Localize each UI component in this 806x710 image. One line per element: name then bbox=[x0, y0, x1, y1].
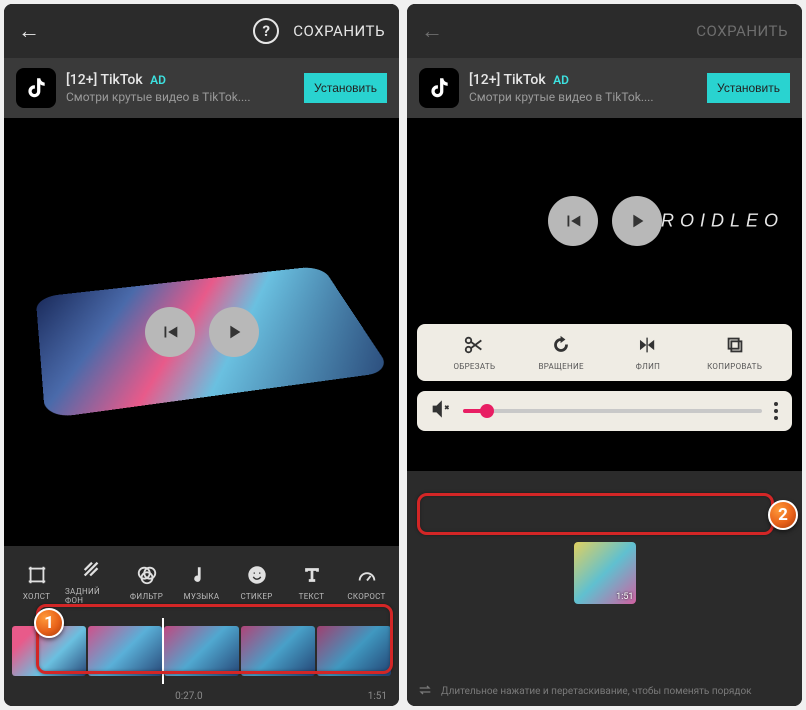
tool-background[interactable]: ЗАДНИЙ ФОН bbox=[65, 557, 118, 605]
venn-icon bbox=[134, 562, 160, 588]
volume-knob[interactable] bbox=[480, 404, 494, 418]
mute-icon[interactable] bbox=[431, 399, 451, 423]
ad-subtitle: Смотри крутые видео в TikTok.... bbox=[469, 90, 697, 104]
prev-button[interactable] bbox=[548, 196, 598, 246]
current-time: 0:27.0 bbox=[175, 691, 203, 702]
timeline-thumb[interactable] bbox=[164, 626, 238, 676]
top-bar: ← ? СОХРАНИТЬ bbox=[4, 4, 399, 58]
timeline-thumb[interactable] bbox=[241, 626, 315, 676]
play-button[interactable] bbox=[612, 196, 662, 246]
ad-subtitle: Смотри крутые видео в TikTok.... bbox=[66, 90, 294, 104]
playhead[interactable] bbox=[162, 618, 164, 684]
clip-duration: 1:51 bbox=[616, 592, 633, 602]
help-button[interactable]: ? bbox=[253, 18, 279, 44]
tool-copy[interactable]: КОПИРОВАТЬ bbox=[691, 332, 778, 371]
clip-thumbnail[interactable]: 1:51 bbox=[574, 542, 636, 604]
tiktok-icon bbox=[16, 68, 56, 108]
play-button[interactable] bbox=[209, 307, 259, 357]
scissors-icon bbox=[461, 332, 487, 358]
volume-slider[interactable] bbox=[463, 409, 762, 413]
volume-row bbox=[417, 391, 792, 431]
ad-badge: AD bbox=[553, 73, 569, 87]
tool-music[interactable]: МУЗЫКА bbox=[175, 562, 228, 601]
ad-badge: AD bbox=[150, 73, 166, 87]
ad-title: [12+] TikTok bbox=[66, 72, 143, 88]
brand-text: DROIDLEO bbox=[642, 210, 784, 231]
timeline-thumb[interactable] bbox=[317, 626, 391, 676]
tool-filter[interactable]: ФИЛЬТР bbox=[120, 562, 173, 601]
hint-text: Длительное нажатие и перетаскивание, что… bbox=[441, 686, 752, 697]
flip-icon bbox=[635, 332, 661, 358]
tool-rotate[interactable]: ВРАЩЕНИЕ bbox=[518, 332, 605, 371]
smile-icon bbox=[244, 562, 270, 588]
clip-area: 1:51 bbox=[407, 471, 802, 677]
text-icon bbox=[299, 562, 325, 588]
music-note-icon bbox=[189, 562, 215, 588]
tool-trim[interactable]: ОБРЕЗАТЬ bbox=[431, 332, 518, 371]
tool-text[interactable]: ТЕКСТ bbox=[285, 562, 338, 601]
rotate-icon bbox=[548, 332, 574, 358]
reorder-icon bbox=[417, 682, 433, 701]
total-time: 1:51 bbox=[368, 691, 387, 702]
prev-button[interactable] bbox=[145, 307, 195, 357]
ad-banner[interactable]: [12+] TikTok AD Смотри крутые видео в Ti… bbox=[4, 58, 399, 118]
bottom-toolbar: ХОЛСТ ЗАДНИЙ ФОН ФИЛЬТР МУЗЫКА СТИКЕР ТЕ… bbox=[4, 546, 399, 616]
phone-screen-left: ← ? СОХРАНИТЬ [12+] TikTok AD Смотри кру… bbox=[4, 4, 399, 706]
hint-row: Длительное нажатие и перетаскивание, что… bbox=[407, 676, 802, 706]
ad-banner[interactable]: [12+] TikTok AD Смотри крутые видео в Ti… bbox=[407, 58, 802, 118]
ad-install-button[interactable]: Установить bbox=[304, 73, 387, 103]
playback-controls bbox=[145, 307, 259, 357]
timeline[interactable] bbox=[4, 616, 399, 686]
save-button[interactable]: СОХРАНИТЬ bbox=[696, 22, 788, 40]
edit-toolbar: ОБРЕЗАТЬ ВРАЩЕНИЕ ФЛИП КОПИРОВАТЬ bbox=[417, 324, 792, 381]
video-preview[interactable] bbox=[4, 118, 399, 546]
top-bar: ← СОХРАНИТЬ bbox=[407, 4, 802, 58]
ad-text: [12+] TikTok AD Смотри крутые видео в Ti… bbox=[469, 72, 697, 104]
ad-title: [12+] TikTok bbox=[469, 72, 546, 88]
crop-icon bbox=[24, 562, 50, 588]
phone-screen-right: ← СОХРАНИТЬ [12+] TikTok AD Смотри круты… bbox=[407, 4, 802, 706]
video-preview[interactable]: DROIDLEO bbox=[407, 118, 802, 324]
back-button[interactable]: ← bbox=[18, 18, 40, 44]
copy-icon bbox=[722, 332, 748, 358]
tool-flip[interactable]: ФЛИП bbox=[605, 332, 692, 371]
back-button[interactable]: ← bbox=[421, 18, 443, 44]
gauge-icon bbox=[354, 562, 380, 588]
time-info: 0:27.0 1:51 bbox=[4, 686, 399, 706]
tool-canvas[interactable]: ХОЛСТ bbox=[10, 562, 63, 601]
ad-text: [12+] TikTok AD Смотри крутые видео в Ti… bbox=[66, 72, 294, 104]
timeline-thumb[interactable] bbox=[12, 626, 86, 676]
tool-speed[interactable]: СКОРОСТ bbox=[340, 562, 393, 601]
ad-install-button[interactable]: Установить bbox=[707, 73, 790, 103]
tiktok-icon bbox=[419, 68, 459, 108]
stripes-icon bbox=[79, 557, 105, 583]
save-button[interactable]: СОХРАНИТЬ bbox=[293, 22, 385, 40]
tool-sticker[interactable]: СТИКЕР bbox=[230, 562, 283, 601]
timeline-thumb[interactable] bbox=[88, 626, 162, 676]
playback-controls bbox=[548, 196, 662, 246]
more-menu-button[interactable] bbox=[774, 402, 778, 420]
